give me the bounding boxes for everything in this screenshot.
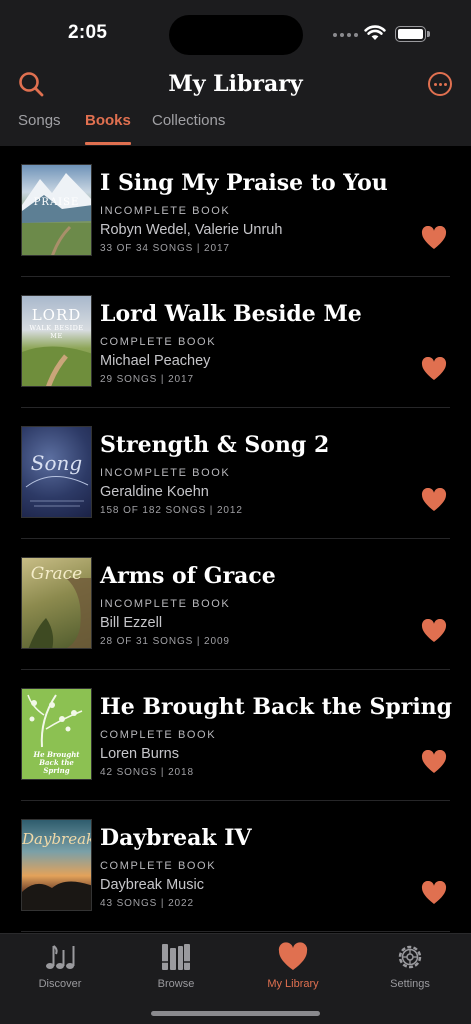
book-cover: LORD WALK BESIDE ME — [21, 295, 92, 387]
book-type: COMPLETE BOOK — [100, 336, 217, 348]
heart-icon — [278, 942, 308, 970]
favorite-heart-icon[interactable] — [421, 226, 447, 250]
list-item[interactable]: Daybreak Daybreak IV COMPLETE BOOK Daybr… — [0, 801, 471, 932]
cover-text: Grace — [30, 564, 83, 584]
library-header: My Library Songs Books Collections — [0, 64, 471, 146]
wifi-icon — [364, 25, 386, 40]
book-title: He Brought Back the Spring — [100, 694, 453, 720]
tab-discover[interactable]: Discover — [10, 942, 110, 990]
book-meta: 158 OF 182 SONGS | 2012 — [100, 505, 243, 516]
cover-text: Daybreak — [22, 830, 92, 848]
cover-text: He Brought Back the Spring — [33, 750, 80, 775]
book-title: I Sing My Praise to You — [100, 170, 388, 196]
cover-text: Song — [30, 451, 83, 475]
tab-label: Settings — [390, 978, 430, 990]
status-bar: 2:05 — [0, 0, 471, 64]
book-cover: He Brought Back the Spring — [21, 688, 92, 780]
tab-label: Browse — [157, 978, 195, 990]
book-type: INCOMPLETE BOOK — [100, 205, 231, 217]
cover-text: PRAISE — [33, 197, 80, 208]
tab-label: Discover — [38, 978, 82, 990]
book-author: Loren Burns — [100, 746, 179, 762]
list-item[interactable]: PRAISE I Sing My Praise to You INCOMPLET… — [0, 146, 471, 277]
book-title: Lord Walk Beside Me — [100, 301, 362, 327]
favorite-heart-icon[interactable] — [421, 357, 447, 381]
tab-settings[interactable]: Settings — [360, 942, 460, 990]
book-author: Bill Ezzell — [100, 615, 163, 631]
book-meta: 28 OF 31 SONGS | 2009 — [100, 636, 230, 647]
book-meta: 29 SONGS | 2017 — [100, 374, 194, 385]
book-cover: PRAISE — [21, 164, 92, 256]
book-type: COMPLETE BOOK — [100, 729, 217, 741]
book-title: Daybreak IV — [100, 825, 252, 851]
tab-browse[interactable]: Browse — [126, 942, 226, 990]
book-author: Geraldine Koehn — [100, 484, 209, 500]
book-cover: Grace — [21, 557, 92, 649]
tab-collections[interactable]: Collections — [152, 112, 225, 146]
book-title: Strength & Song 2 — [100, 432, 330, 458]
book-meta: 43 SONGS | 2022 — [100, 898, 194, 909]
book-meta: 42 SONGS | 2018 — [100, 767, 194, 778]
cover-text: LORD — [31, 306, 82, 324]
favorite-heart-icon[interactable] — [421, 619, 447, 643]
battery-icon — [395, 26, 430, 42]
book-cover: Daybreak — [21, 819, 92, 911]
tab-books[interactable]: Books — [85, 112, 131, 146]
home-indicator — [151, 1011, 320, 1016]
book-type: COMPLETE BOOK — [100, 860, 217, 872]
cover-subtext: WALK BESIDE ME — [29, 324, 84, 340]
book-author: Daybreak Music — [100, 877, 204, 893]
gear-icon — [398, 945, 422, 969]
list-item[interactable]: Song Strength & Song 2 INCOMPLETE BOOK G… — [0, 408, 471, 539]
favorite-heart-icon[interactable] — [421, 881, 447, 905]
music-notes-icon — [46, 945, 75, 969]
tab-my-library[interactable]: My Library — [243, 942, 343, 990]
row-divider — [21, 931, 450, 932]
book-type: INCOMPLETE BOOK — [100, 598, 231, 610]
library-tabs: Songs Books Collections — [0, 112, 471, 146]
book-type: INCOMPLETE BOOK — [100, 467, 231, 479]
list-item[interactable]: He Brought Back the Spring He Brought Ba… — [0, 670, 471, 801]
book-title: Arms of Grace — [100, 563, 276, 589]
more-options-icon[interactable] — [428, 72, 452, 96]
tab-label: My Library — [267, 978, 319, 990]
favorite-heart-icon[interactable] — [421, 750, 447, 774]
book-author: Robyn Wedel, Valerie Unruh — [100, 222, 283, 238]
cellular-signal-icon — [333, 33, 358, 37]
dynamic-island — [169, 15, 303, 55]
book-cover: Song — [21, 426, 92, 518]
bottom-tab-bar: Discover Browse My Library Settings — [0, 933, 471, 1024]
favorite-heart-icon[interactable] — [421, 488, 447, 512]
tab-songs[interactable]: Songs — [18, 112, 61, 146]
status-time: 2:05 — [68, 22, 108, 43]
list-item[interactable]: Grace Arms of Grace INCOMPLETE BOOK Bill… — [0, 539, 471, 670]
book-meta: 33 OF 34 SONGS | 2017 — [100, 243, 230, 254]
books-icon — [162, 944, 190, 970]
page-title: My Library — [168, 71, 303, 97]
list-item[interactable]: LORD WALK BESIDE ME Lord Walk Beside Me … — [0, 277, 471, 408]
book-author: Michael Peachey — [100, 353, 211, 369]
